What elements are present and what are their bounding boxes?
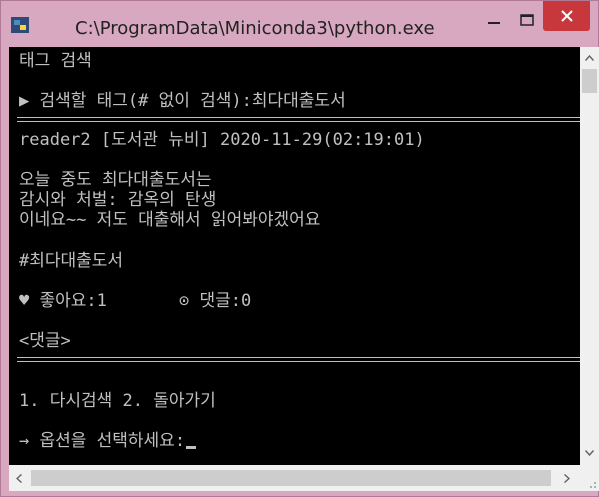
minimize-icon <box>488 22 500 24</box>
console-line-hashtag: #최다대출도서 <box>19 251 124 271</box>
maximize-icon <box>520 14 534 26</box>
scroll-down-button[interactable] <box>580 445 599 461</box>
console-line-post-body-1: 오늘 중도 최다대출도서는 <box>19 170 212 190</box>
console-line-post-header: reader2 [도서관 뉴비] 2020-11-29(02:19:01) <box>19 130 425 150</box>
close-button[interactable] <box>543 1 590 31</box>
console-line-likes: ♥ 좋아요:1 <box>19 291 107 311</box>
console-line-comments: ⊙ 댓글:0 <box>179 291 252 311</box>
console-line-option-prompt: → 옵션을 선택하세요: <box>19 431 197 451</box>
close-icon <box>560 10 573 22</box>
console-line-post-body-2: 감시와 처벌: 감옥의 탄생 <box>19 190 217 210</box>
scroll-right-button[interactable] <box>559 470 575 486</box>
separator-line <box>17 357 580 358</box>
console-window: C:\ProgramData\Miniconda3\python.exe 태그 … <box>0 0 599 497</box>
vertical-scrollbar[interactable] <box>580 47 599 465</box>
window-title: C:\ProgramData\Miniconda3\python.exe <box>75 18 435 39</box>
console-line-tag-search: 태그 검색 <box>19 51 92 71</box>
horizontal-scroll-thumb[interactable] <box>31 470 551 486</box>
chevron-down-icon <box>585 450 594 456</box>
vertical-scroll-thumb[interactable] <box>582 69 597 93</box>
chevron-right-icon <box>564 473 570 483</box>
console-line-post-body-3: 이네요~~ 저도 대출해서 읽어봐야겠어요 <box>19 210 321 230</box>
maximize-button[interactable] <box>512 9 542 31</box>
separator-line <box>17 361 580 362</box>
resize-grip[interactable] <box>580 465 599 491</box>
console-line-comments-header: <댓글> <box>19 331 71 351</box>
horizontal-scrollbar[interactable] <box>9 465 580 491</box>
minimize-button[interactable] <box>479 9 509 31</box>
title-bar[interactable]: C:\ProgramData\Miniconda3\python.exe <box>1 1 598 45</box>
option-prompt-text: → 옵션을 선택하세요: <box>19 431 186 451</box>
scroll-left-button[interactable] <box>11 470 27 486</box>
separator-line <box>17 121 580 122</box>
text-cursor <box>186 446 197 449</box>
scroll-up-button[interactable] <box>580 50 599 66</box>
chevron-left-icon <box>16 473 22 483</box>
console-line-search-prompt: ▶ 검색할 태그(# 없이 검색):최다대출도서 <box>19 91 346 111</box>
resize-grip-icon <box>590 482 596 488</box>
separator-line <box>17 117 580 118</box>
console-output[interactable]: 태그 검색 ▶ 검색할 태그(# 없이 검색):최다대출도서 reader2 [… <box>9 47 580 465</box>
console-line-menu: 1. 다시검색 2. 돌아가기 <box>19 391 216 411</box>
chevron-up-icon <box>585 55 594 61</box>
python-app-icon <box>11 17 29 33</box>
